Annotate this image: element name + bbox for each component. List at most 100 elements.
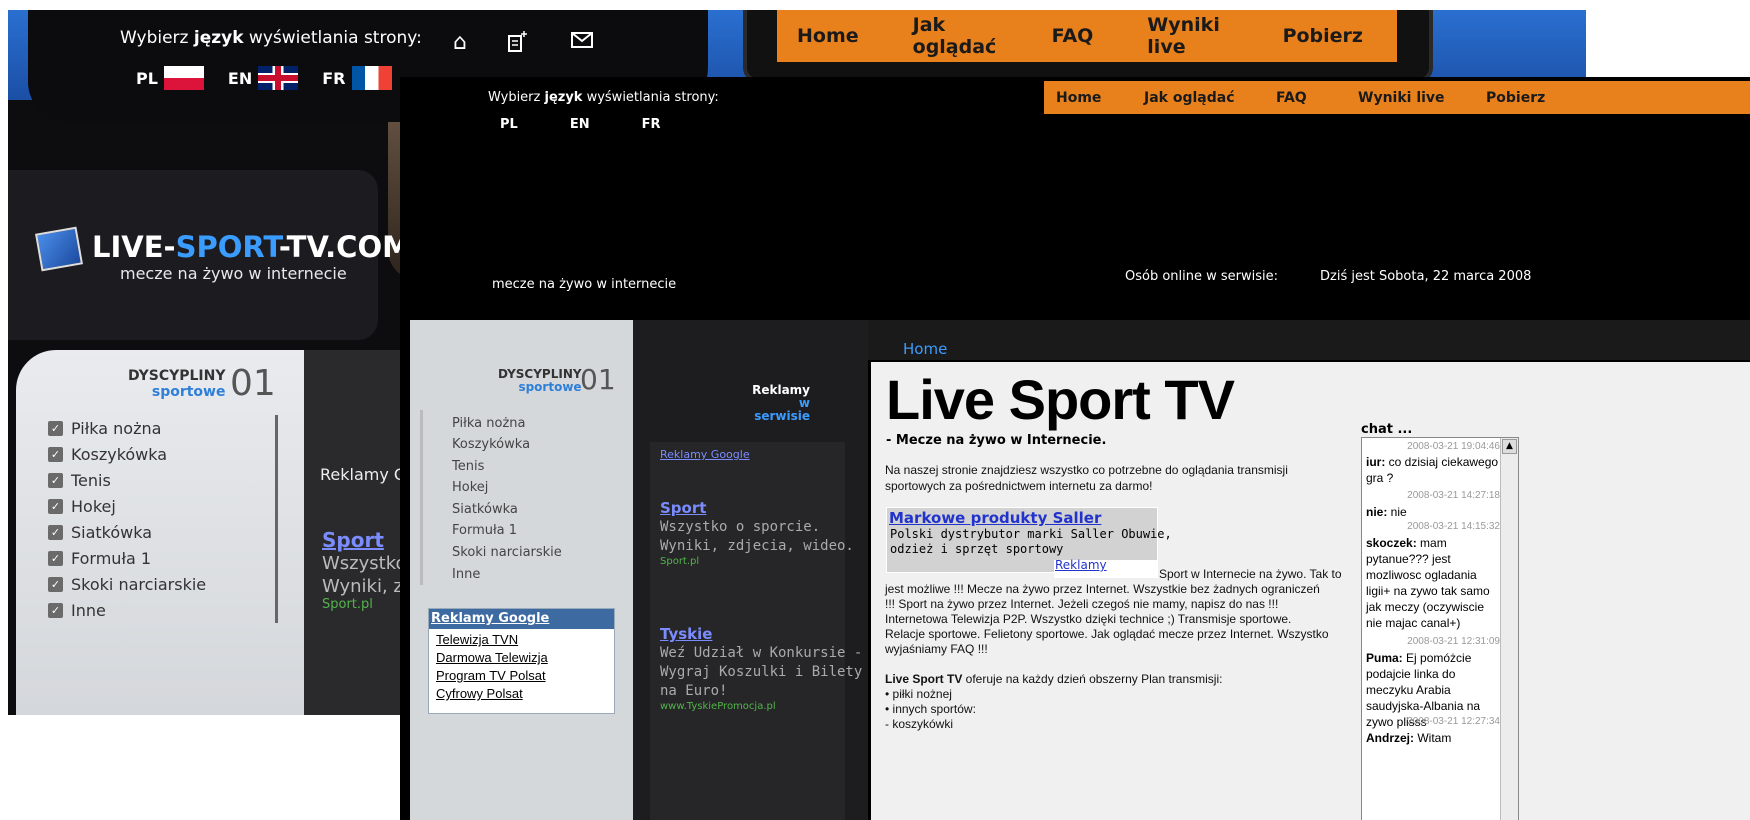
inline-ad-link[interactable]: Reklamy bbox=[1055, 558, 1107, 572]
mockup-ad-url: Sport.pl bbox=[322, 597, 373, 612]
ad-url[interactable]: www.TyskiePromocja.pl bbox=[660, 701, 776, 712]
lang-label: EN bbox=[227, 68, 253, 88]
google-ad-link[interactable]: Telewizja TVN bbox=[429, 632, 614, 647]
language-prompt: Wybierz język wyświetlania strony: bbox=[488, 90, 719, 105]
google-ad-link[interactable]: Cyfrowy Polsat bbox=[429, 686, 614, 701]
category-link[interactable]: Inne bbox=[452, 567, 480, 582]
body-text: Internetowa Telewizja P2P. Wszystko dzię… bbox=[885, 612, 1292, 626]
category-link[interactable]: Siatkówka bbox=[452, 502, 518, 517]
lang-link-en[interactable]: EN bbox=[570, 117, 590, 132]
main-nav: Home Jak oglądać FAQ Wyniki live Pobierz bbox=[1044, 81, 1750, 114]
check-icon: ✓ bbox=[48, 472, 63, 488]
category-link[interactable]: Tenis bbox=[452, 459, 484, 474]
nav-live-results[interactable]: Wyniki live bbox=[1358, 90, 1445, 106]
breadcrumb[interactable]: Home bbox=[903, 340, 947, 358]
rendered-page: Wybierz język wyświetlania strony: PL EN… bbox=[400, 77, 1750, 820]
check-icon: ✓ bbox=[48, 602, 63, 618]
clapperboard-icon bbox=[35, 226, 83, 272]
disciplines-number: 01 bbox=[580, 363, 616, 396]
nav-home[interactable]: Home bbox=[1056, 90, 1101, 106]
mockup-nav-download[interactable]: Pobierz bbox=[1263, 25, 1397, 47]
mockup-logo-slogan: mecze na żywo w internecie bbox=[120, 264, 347, 283]
category-link[interactable]: Piłka nożna bbox=[452, 416, 525, 431]
mail-icon[interactable] bbox=[568, 30, 596, 58]
mockup-category-item[interactable]: ✓ Piłka nożna bbox=[48, 415, 278, 441]
plan-item: - koszykówki bbox=[885, 717, 954, 731]
chat-timestamp: 2008-03-21 12:27:34 bbox=[1407, 716, 1500, 727]
ad-text: Wszystko o sporcie. bbox=[660, 519, 821, 535]
mockup-ad-sport-link[interactable]: Sport bbox=[322, 528, 384, 552]
online-users-label: Osób online w serwisie: bbox=[1125, 269, 1279, 284]
mockup-flag-row: PL EN FR bbox=[136, 66, 392, 90]
chat-timestamp: 2008-03-21 19:04:46 bbox=[1407, 441, 1500, 452]
mockup-category-item[interactable]: ✓ Hokej bbox=[48, 493, 278, 519]
main-header-bar bbox=[868, 320, 1750, 360]
screenshot-stage: Wybierz język wyświetlania strony: PL EN… bbox=[0, 0, 1750, 820]
mockup-nav-bar: Home Jak oglądać FAQ Wyniki live Pobierz bbox=[777, 10, 1397, 62]
lang-link-pl[interactable]: PL bbox=[500, 117, 518, 132]
ad-sport-link[interactable]: Sport bbox=[660, 499, 706, 517]
chat-message: skoczek: mam pytanue??? jest mozliwosc o… bbox=[1366, 536, 1490, 630]
mockup-category-item[interactable]: ✓ Formuła 1 bbox=[48, 545, 278, 571]
mockup-category-item[interactable]: ✓ Inne bbox=[48, 597, 278, 623]
mockup-disciplines-title: DYSCYPLINY sportowe bbox=[128, 368, 226, 400]
check-icon: ✓ bbox=[48, 550, 63, 566]
mockup-category-item[interactable]: ✓ Tenis bbox=[48, 467, 278, 493]
chat-timestamp: 2008-03-21 12:31:09 bbox=[1407, 636, 1500, 647]
home-icon[interactable]: ⌂ bbox=[446, 30, 474, 58]
mockup-category-item[interactable]: ✓ Siatkówka bbox=[48, 519, 278, 545]
ad-tyskie-link[interactable]: Tyskie bbox=[660, 625, 712, 643]
ad-text: na Euro! bbox=[660, 683, 728, 699]
mockup-nav-how-to-watch[interactable]: Jak oglądać bbox=[893, 14, 1032, 58]
body-text: Relacje sportowe. Felietony sportowe. Ja… bbox=[885, 627, 1329, 641]
mockup-category-item[interactable]: ✓ Koszykówka bbox=[48, 441, 278, 467]
google-ads-link[interactable]: Reklamy Google bbox=[660, 448, 750, 461]
mockup-nav-home[interactable]: Home bbox=[777, 25, 893, 47]
google-ad-link[interactable]: Program TV Polsat bbox=[429, 668, 614, 683]
mockup-lang-en[interactable]: EN bbox=[227, 66, 299, 90]
lang-link-fr[interactable]: FR bbox=[642, 117, 661, 132]
mockup-disciplines-number: 01 bbox=[230, 363, 276, 404]
current-date: Dziś jest Sobota, 22 marca 2008 bbox=[1320, 269, 1532, 284]
chat-box[interactable]: ▲ 2008-03-21 19:04:46 iur: co dzisiaj ci… bbox=[1361, 437, 1519, 820]
mockup-logo[interactable]: LIVE-SPORT-TV.COM bbox=[92, 230, 411, 264]
lang-label: FR bbox=[322, 68, 346, 88]
mockup-nav-live-results[interactable]: Wyniki live bbox=[1127, 14, 1262, 58]
mockup-lang-pl[interactable]: PL bbox=[136, 66, 204, 90]
site-slogan: mecze na żywo w internecie bbox=[492, 277, 677, 292]
intro-text: sportowych za pośrednictwem internetu za… bbox=[885, 479, 1153, 493]
check-icon: ✓ bbox=[48, 498, 63, 514]
nav-how-to-watch[interactable]: Jak oglądać bbox=[1144, 90, 1235, 106]
mockup-language-prompt: Wybierz język wyświetlania strony: bbox=[120, 28, 422, 48]
mockup-category-item[interactable]: ✓ Skoki narciarskie bbox=[48, 571, 278, 597]
inline-ad-heading[interactable]: Markowe produkty Saller bbox=[889, 509, 1101, 527]
inline-ad-text: Polski dystrybutor marki Saller Obuwie, bbox=[890, 527, 1172, 541]
mockup-nav-faq[interactable]: FAQ bbox=[1032, 25, 1128, 47]
google-ad-link[interactable]: Darmowa Telewizja bbox=[429, 650, 614, 665]
scroll-up-arrow-icon[interactable]: ▲ bbox=[1502, 439, 1517, 454]
ad-text: Wyniki, zdjecia, wideo. bbox=[660, 538, 854, 554]
category-link[interactable]: Hokej bbox=[452, 480, 488, 495]
chat-scrollbar[interactable]: ▲ bbox=[1500, 438, 1518, 820]
add-page-icon[interactable] bbox=[504, 30, 532, 58]
category-link[interactable]: Skoki narciarskie bbox=[452, 545, 562, 560]
ad-url[interactable]: Sport.pl bbox=[660, 556, 699, 567]
mockup-lang-fr[interactable]: FR bbox=[322, 66, 392, 90]
nav-faq[interactable]: FAQ bbox=[1276, 90, 1307, 106]
chat-message: nie: nie bbox=[1366, 505, 1407, 519]
poland-flag-icon bbox=[163, 66, 204, 90]
ad-text: Weź Udział w Konkursie - bbox=[660, 645, 863, 661]
language-links: PL EN FR bbox=[500, 117, 660, 132]
category-link[interactable]: Koszykówka bbox=[452, 437, 530, 452]
uk-flag-icon bbox=[258, 66, 299, 90]
mockup-ad-text: Wszystko bbox=[322, 553, 407, 574]
disciplines-title: DYSCYPLINY sportowe bbox=[498, 367, 582, 394]
body-text: !!! Sport na żywo przez Internet. Jeżeli… bbox=[885, 597, 1279, 611]
category-link[interactable]: Formuła 1 bbox=[452, 523, 517, 538]
google-ads-heading[interactable]: Reklamy Google bbox=[429, 609, 614, 629]
chat-title: chat ... bbox=[1361, 422, 1413, 437]
nav-download[interactable]: Pobierz bbox=[1486, 90, 1545, 106]
inline-ad-text: odzież i sprzęt sportowy bbox=[890, 542, 1064, 556]
plan-item: • piłki nożnej bbox=[885, 687, 952, 701]
plan-intro: Live Sport TV oferuje na każdy dzień obs… bbox=[885, 672, 1223, 686]
